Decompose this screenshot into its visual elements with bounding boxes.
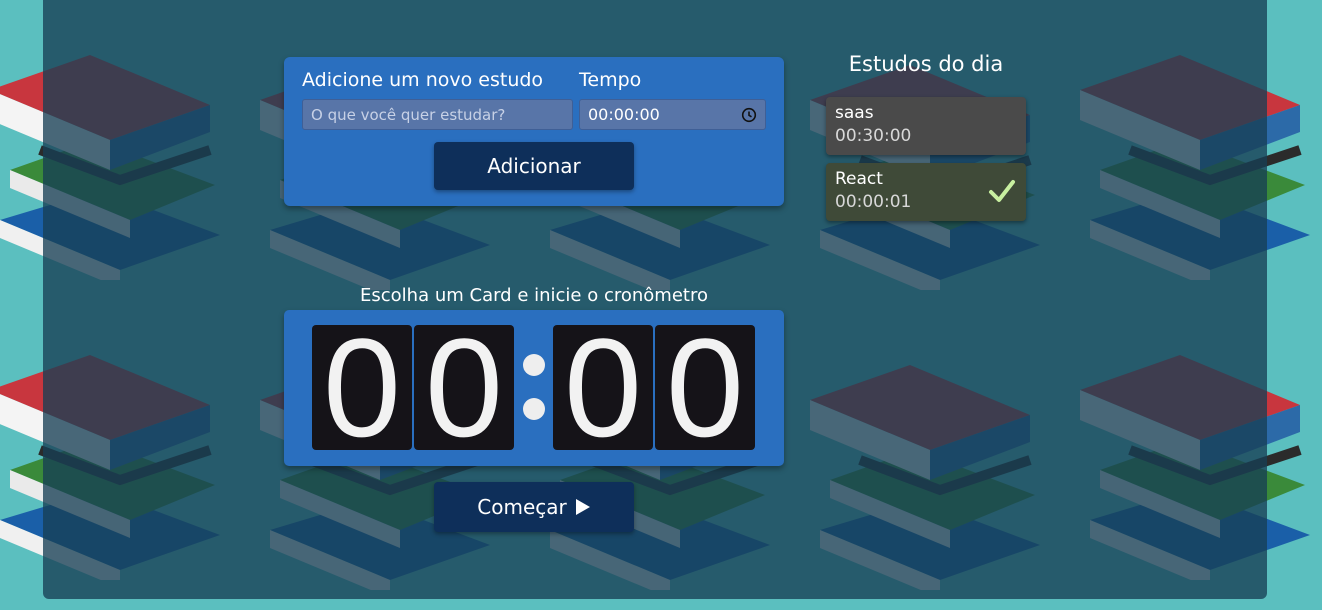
timer-display: 0 0 0 0 <box>284 310 784 466</box>
list-title: Estudos do dia <box>848 52 1004 76</box>
new-study-form: Adicione um novo estudo Tempo 00:00:00 A… <box>284 57 784 206</box>
study-card[interactable]: React 00:00:01 <box>826 163 1026 221</box>
timer-digit: 0 <box>312 325 412 450</box>
check-icon <box>989 180 1015 202</box>
start-button-label: Começar <box>477 495 567 519</box>
colon-dot <box>523 398 545 420</box>
study-card-name: saas <box>835 103 874 123</box>
study-label: Adicione um novo estudo <box>302 69 544 91</box>
clock-icon[interactable] <box>741 107 757 123</box>
time-label: Tempo <box>579 69 642 91</box>
study-input[interactable] <box>302 99 573 130</box>
colon-dot <box>523 354 545 376</box>
study-card-time: 00:30:00 <box>835 126 912 146</box>
study-card[interactable]: saas 00:30:00 <box>826 97 1026 155</box>
start-button[interactable]: Começar <box>434 482 634 532</box>
add-button[interactable]: Adicionar <box>434 142 634 190</box>
play-icon <box>575 499 590 515</box>
timer-title: Escolha um Card e inicie o cronômetro <box>360 285 708 306</box>
timer-digit: 0 <box>414 325 514 450</box>
timer-digit: 0 <box>553 325 653 450</box>
time-input-value: 00:00:00 <box>588 105 660 124</box>
timer-digit: 0 <box>655 325 755 450</box>
time-input[interactable]: 00:00:00 <box>579 99 766 130</box>
